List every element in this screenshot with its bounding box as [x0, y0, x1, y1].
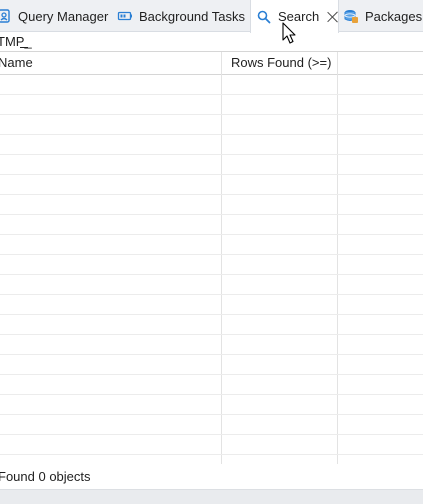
table-row — [0, 135, 423, 155]
tab-label: Packages — [365, 8, 423, 24]
table-row — [0, 215, 423, 235]
bottom-panel-strip — [0, 489, 423, 504]
tab-query-manager[interactable]: Query Manager — [0, 0, 108, 32]
table-row — [0, 235, 423, 255]
table-row — [0, 315, 423, 335]
table-row — [0, 335, 423, 355]
table-row — [0, 295, 423, 315]
column-header-name[interactable]: Name — [0, 52, 221, 74]
table-row — [0, 175, 423, 195]
table-row — [0, 195, 423, 215]
table-row — [0, 95, 423, 115]
status-text: Found 0 objects — [0, 469, 91, 484]
close-icon[interactable] — [327, 11, 338, 23]
table-header: Name Rows Found (>=) — [0, 52, 423, 75]
table-row — [0, 275, 423, 295]
table-row — [0, 115, 423, 135]
search-filter-bar — [0, 32, 423, 52]
background-tasks-icon — [117, 8, 133, 24]
table-row — [0, 415, 423, 435]
table-row — [0, 155, 423, 175]
tab-bar: Query Manager Background Tasks Search Pa… — [0, 0, 423, 33]
mouse-pointer-icon — [282, 22, 296, 44]
table-row — [0, 355, 423, 375]
table-row — [0, 435, 423, 455]
results-table: Name Rows Found (>=) — [0, 52, 423, 464]
search-input[interactable] — [0, 33, 420, 50]
search-icon — [256, 9, 272, 25]
tab-background-tasks[interactable]: Background Tasks — [117, 0, 245, 32]
table-row — [0, 375, 423, 395]
table-row — [0, 395, 423, 415]
status-bar: Found 0 objects — [0, 464, 423, 489]
packages-icon — [343, 8, 359, 24]
table-row — [0, 255, 423, 275]
table-body — [0, 75, 423, 464]
column-header-rows-found[interactable]: Rows Found (>=) — [231, 52, 337, 74]
table-row — [0, 75, 423, 95]
table-row — [0, 455, 423, 464]
text-caret — [20, 47, 28, 48]
tab-packages[interactable]: Packages — [343, 0, 422, 32]
query-manager-icon — [0, 8, 12, 24]
tab-label: Background Tasks — [139, 8, 245, 24]
tab-label: Query Manager — [18, 8, 109, 24]
